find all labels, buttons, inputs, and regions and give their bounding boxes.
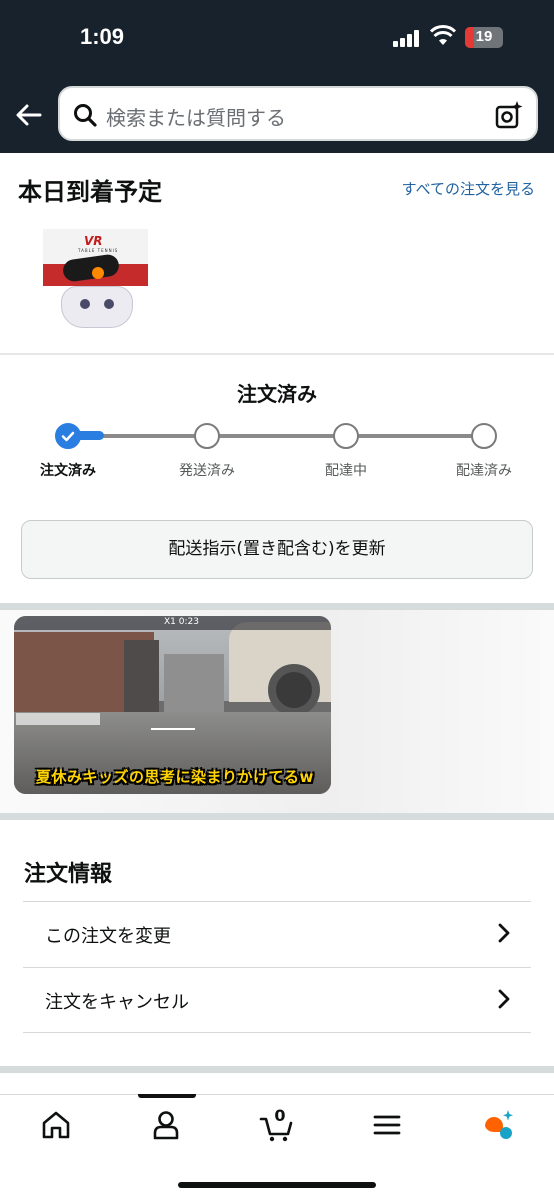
section-divider xyxy=(0,353,554,355)
status-bar: 1:09 19 xyxy=(0,0,554,74)
cancel-order-row[interactable]: 注文をキャンセル xyxy=(23,967,531,1033)
checkmark-icon xyxy=(61,431,75,442)
camera-search-icon[interactable] xyxy=(494,100,524,130)
search-placeholder: 検索または質問する xyxy=(106,106,286,130)
step-delivered-dot xyxy=(471,423,497,449)
vr-headset-image xyxy=(52,286,144,328)
chevron-right-icon xyxy=(498,923,510,943)
cart-count: 0 xyxy=(274,1106,286,1125)
product-logo: VR xyxy=(84,234,103,248)
rufus-assistant-icon[interactable] xyxy=(481,1108,515,1142)
video-player[interactable]: X1 0:23 夏休みキッズの思考に染まりかけてるw xyxy=(14,616,331,794)
step-out-for-delivery-dot xyxy=(333,423,359,449)
product-subtitle: TABLE TENNIS xyxy=(78,248,119,253)
cancel-order-label: 注文をキャンセル xyxy=(45,992,189,1013)
game-hud-text: X1 0:23 xyxy=(164,617,199,627)
chevron-right-icon xyxy=(498,989,510,1009)
nav-active-indicator xyxy=(138,1094,196,1098)
search-bar[interactable]: 検索または質問する xyxy=(58,86,538,141)
battery-icon: 19 xyxy=(465,27,503,48)
update-delivery-instructions-button[interactable]: 配送指示(置き配含む)を更新 xyxy=(21,520,533,579)
section-separator xyxy=(0,603,554,610)
change-order-label: この注文を変更 xyxy=(45,926,171,947)
step-label-ordered: 注文済み xyxy=(40,463,96,479)
progress-track xyxy=(68,434,484,438)
step-ordered-dot xyxy=(55,423,81,449)
cellular-signal-icon xyxy=(393,29,423,47)
section-separator xyxy=(0,813,554,820)
view-all-orders-link[interactable]: すべての注文を見る xyxy=(402,178,535,199)
account-icon[interactable] xyxy=(149,1108,183,1142)
step-shipped-dot xyxy=(194,423,220,449)
battery-level: 19 xyxy=(475,28,493,45)
menu-icon[interactable] xyxy=(370,1108,404,1142)
change-order-row[interactable]: この注文を変更 xyxy=(23,901,531,967)
home-indicator xyxy=(178,1182,376,1188)
step-label-shipped: 発送済み xyxy=(179,463,235,479)
order-info-title: 注文情報 xyxy=(24,862,113,887)
status-time: 1:09 xyxy=(80,24,125,49)
home-icon[interactable] xyxy=(39,1108,73,1142)
arriving-today-title: 本日到着予定 xyxy=(18,178,162,206)
search-icon xyxy=(74,104,97,127)
section-separator xyxy=(0,1066,554,1073)
app-header: 1:09 19 検索または質問する xyxy=(0,0,554,153)
step-label-delivered: 配達済み xyxy=(456,463,512,479)
back-arrow-icon[interactable] xyxy=(14,100,44,130)
product-thumbnail[interactable]: VR TABLE TENNIS xyxy=(43,229,148,332)
step-label-out-for-delivery: 配達中 xyxy=(325,463,367,479)
wifi-icon xyxy=(430,25,456,45)
video-caption: 夏休みキッズの思考に染まりかけてるw xyxy=(36,768,314,786)
order-status-title: 注文済み xyxy=(237,382,317,406)
